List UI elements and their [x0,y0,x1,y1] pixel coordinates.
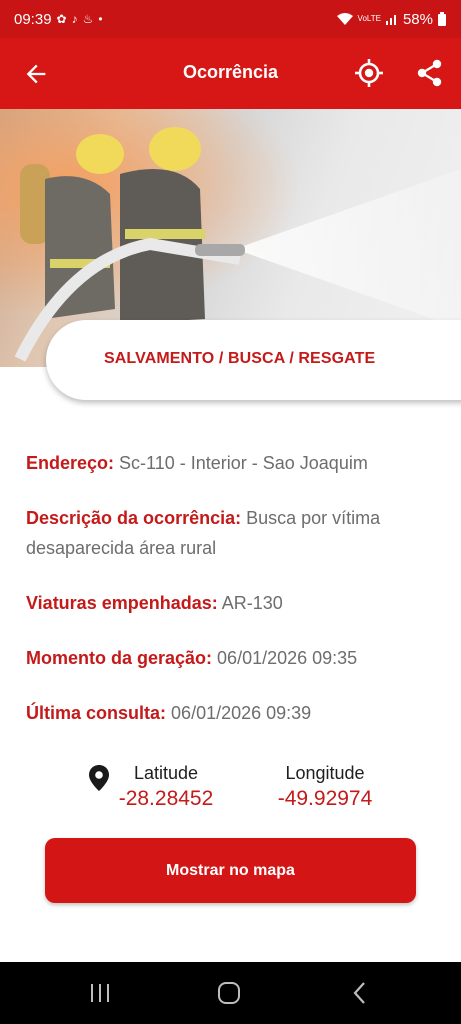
recent-apps-icon[interactable] [86,980,114,1006]
address-label: Endereço: [26,453,115,473]
category-card: SALVAMENTO / BUSCA / RESGATE [46,320,461,400]
nav-back-icon[interactable] [346,980,374,1006]
signal-icon [385,15,396,25]
locate-icon[interactable] [354,58,384,88]
occurrence-details: Endereço: Sc-110 - Interior - Sao Joaqui… [26,448,436,753]
generated-at-label: Momento da geração: [26,648,213,668]
last-query-value: 06/01/2026 09:39 [171,703,312,723]
battery-icon [438,12,446,26]
vehicles-value: AR-130 [221,593,283,613]
category-title: SALVAMENTO / BUSCA / RESGATE [104,350,376,367]
generated-at-value: 06/01/2026 09:35 [217,648,358,668]
status-time: 09:39 [14,10,52,28]
longitude-label: Longitude [285,763,365,783]
latitude-block: Latitude -28.28452 [112,762,220,814]
address-row: Endereço: Sc-110 - Interior - Sao Joaqui… [26,448,436,478]
last-query-row: Última consulta: 06/01/2026 09:39 [26,698,436,728]
address-value: Sc-110 - Interior - Sao Joaquim [119,453,368,473]
battery-percent: 58% [402,10,433,28]
longitude-value: -49.92974 [277,787,373,810]
status-left: 09:39 ✿ ♪ ♨ • [14,11,103,28]
flame-icon: ♨ [82,12,94,26]
page-title: Ocorrência [182,62,279,82]
coordinates: Latitude -28.28452 Longitude -49.92974 [0,760,461,816]
vehicles-label: Viaturas empenhadas: [26,593,218,613]
description-label: Descrição da ocorrência: [26,508,242,528]
app-bar: Ocorrência [0,38,461,109]
generated-at-row: Momento da geração: 06/01/2026 09:35 [26,643,436,673]
home-icon[interactable] [215,980,243,1006]
latitude-value: -28.28452 [118,787,214,810]
show-on-map-button[interactable]: Mostrar no mapa [45,838,416,903]
fan-icon: ✿ [56,12,67,26]
status-right: VoLTE 58% [336,11,447,28]
tiktok-icon: ♪ [71,12,78,26]
dot-icon: • [98,12,103,26]
vehicles-row: Viaturas empenhadas: AR-130 [26,588,436,618]
last-query-label: Última consulta: [26,703,167,723]
latitude-label: Latitude [133,763,199,783]
longitude-block: Longitude -49.92974 [268,762,382,814]
status-bar: 09:39 ✿ ♪ ♨ • VoLTE 58% [0,0,461,38]
location-pin-icon [89,765,109,791]
wifi-icon [336,13,353,25]
share-icon[interactable] [416,58,444,88]
network-label: VoLTE [357,14,381,23]
description-row: Descrição da ocorrência: Busca por vítim… [26,503,436,563]
system-nav-bar [0,962,461,1024]
